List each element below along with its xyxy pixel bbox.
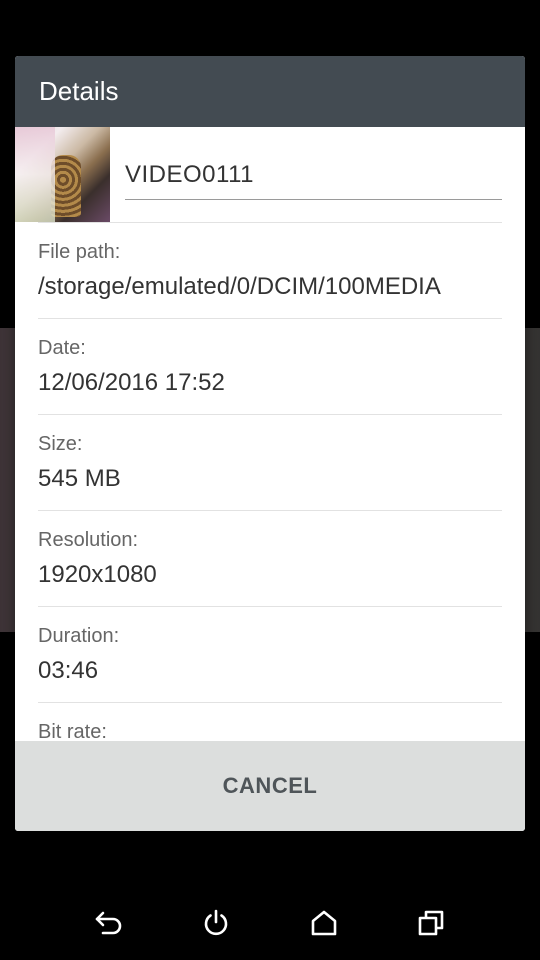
detail-bit-rate: Bit rate: — [38, 702, 502, 741]
detail-resolution: Resolution: 1920x1080 — [38, 510, 502, 606]
cancel-button[interactable]: CANCEL — [223, 773, 318, 799]
detail-value: /storage/emulated/0/DCIM/100MEDIA — [38, 273, 441, 300]
detail-size: Size: 545 MB — [38, 414, 502, 510]
recents-icon[interactable] — [411, 903, 451, 943]
file-row: VIDEO0111 — [15, 127, 525, 222]
detail-date: Date: 12/06/2016 17:52 — [38, 318, 502, 414]
detail-file-path: File path: /storage/emulated/0/DCIM/100M… — [38, 222, 502, 318]
power-icon[interactable] — [196, 903, 236, 943]
detail-label: Bit rate: — [38, 721, 107, 741]
detail-duration: Duration: 03:46 — [38, 606, 502, 702]
video-thumbnail — [15, 127, 110, 222]
navigation-bar — [0, 886, 540, 960]
file-name-value: VIDEO0111 — [125, 161, 255, 188]
detail-value: 03:46 — [38, 657, 99, 684]
dialog-title: Details — [39, 76, 119, 106]
detail-value: 12/06/2016 17:52 — [38, 369, 225, 396]
back-icon[interactable] — [89, 903, 129, 943]
detail-label: Date: — [38, 337, 86, 359]
file-name-field[interactable]: VIDEO0111 — [125, 127, 502, 222]
home-icon[interactable] — [304, 903, 344, 943]
dialog-header: Details — [15, 56, 525, 127]
detail-label: Duration: — [38, 625, 120, 647]
detail-value: 1920x1080 — [38, 561, 157, 588]
file-name-underline — [125, 199, 502, 200]
details-dialog: Details VIDEO0111 File path: /storage/em… — [15, 56, 525, 831]
detail-label: File path: — [38, 241, 121, 263]
dialog-body[interactable]: VIDEO0111 File path: /storage/emulated/0… — [15, 127, 525, 741]
dialog-footer: CANCEL — [15, 741, 525, 831]
detail-label: Size: — [38, 433, 83, 455]
detail-label: Resolution: — [38, 529, 139, 551]
detail-value: 545 MB — [38, 465, 121, 492]
